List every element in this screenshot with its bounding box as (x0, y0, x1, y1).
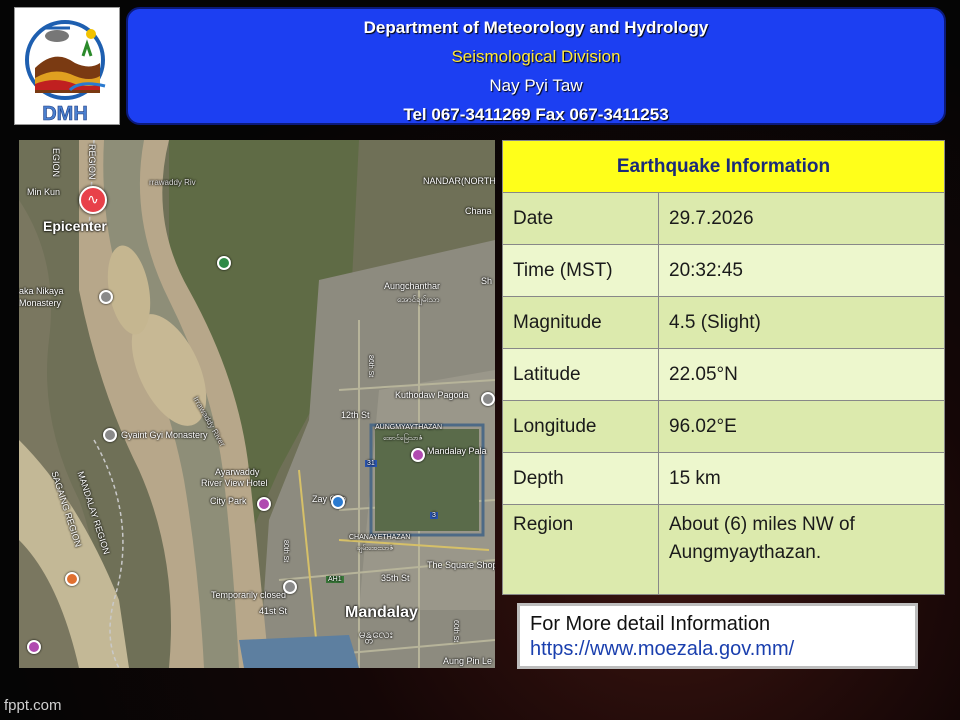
row-label: Time (MST) (502, 244, 659, 297)
park-pin-icon[interactable] (217, 256, 231, 270)
row-value: 29.7.2026 (658, 192, 945, 245)
map-label-nandar: NANDAR(NORTH (423, 176, 495, 186)
map-label-irrawaddy-top: rrawaddy Riv (149, 178, 196, 187)
row-value: 96.02°E (658, 400, 945, 453)
zay-cho-pin-icon[interactable] (331, 495, 345, 509)
map-label-mandalay-palace: Mandalay Pala (427, 446, 487, 456)
map-label-80th: 80th St (282, 540, 289, 563)
division-name: Seismological Division (451, 47, 621, 66)
logo-text: DMH (42, 103, 88, 125)
bottom-left-pin-icon[interactable] (27, 640, 41, 654)
map-label-aungmyaythazan: AUNGMYAYTHAZAN (375, 424, 443, 431)
map-label-kaka-nikaya: aka Nikaya (19, 286, 64, 296)
map-label-gyaint-gyi: Gyaint Gyi Monastery (121, 430, 208, 440)
row-value: About (6) miles NW of Aungmyaythazan. (658, 504, 945, 595)
dmh-logo-icon: DMH (25, 20, 106, 125)
road-badge-31: 31 (365, 460, 377, 467)
table-row: Magnitude 4.5 (Slight) (502, 296, 945, 349)
map-label-monastery: Monastery (19, 298, 62, 308)
map-label-aungchanthar-mm: အောင်ချမ်းသာ (397, 295, 440, 304)
earthquake-info-table: Earthquake Information Date 29.7.2026 Ti… (502, 140, 945, 595)
map-label-35th: 35th St (381, 573, 410, 583)
table-row: Latitude 22.05°N (502, 348, 945, 401)
city-park-pin-icon[interactable] (257, 497, 271, 511)
table-row: Time (MST) 20:32:45 (502, 244, 945, 297)
row-value: 15 km (658, 452, 945, 505)
map-label-41st: 41st St (259, 606, 288, 616)
contact-info: Tel 067-3411269 Fax 067-3411253 (403, 105, 669, 124)
map-label-min-kun: Min Kun (27, 187, 61, 197)
map-label-river-view: River View Hotel (201, 478, 268, 488)
row-label: Magnitude (502, 296, 659, 349)
map-label-temp-closed: Temporarily closed (211, 590, 287, 600)
map-label-60th: 60th St (452, 620, 459, 643)
map-label-chanayethazan-mm: ချမ်းအေးသာဇံ (357, 545, 394, 552)
map-label-aung-pin: Aung Pin Le (443, 656, 493, 666)
city-name: Nay Pyi Taw (489, 76, 583, 95)
map-label-ayarwaddy: Ayarwaddy (215, 467, 260, 477)
dmh-logo: DMH (14, 7, 120, 125)
map-label-egion: EGION (51, 148, 61, 178)
map-label-86th: 86th St (367, 355, 374, 378)
row-label: Depth (502, 452, 659, 505)
row-label: Region (502, 504, 659, 595)
department-name: Department of Meteorology and Hydrology (363, 18, 709, 37)
map-label-region: REGION (87, 144, 97, 180)
more-info-box: For More detail Information https://www.… (517, 603, 918, 669)
map-label-city-park: City Park (210, 496, 247, 506)
monastery-pin-icon[interactable] (99, 290, 113, 304)
map-label-square: The Square Shoppi (427, 560, 495, 570)
table-row: Date 29.7.2026 (502, 192, 945, 245)
place-pin-icon[interactable] (65, 572, 79, 586)
row-label: Longitude (502, 400, 659, 453)
epicenter-map: ∿ Epicenter Min Kun EGION REGION rrawadd… (19, 140, 495, 668)
info-title: Earthquake Information (502, 140, 945, 193)
watermark: fppt.com (4, 697, 62, 714)
road-badge-3: 3 (430, 512, 438, 519)
row-label: Date (502, 192, 659, 245)
palace-pin-icon[interactable] (411, 448, 425, 462)
epicenter-pin-icon[interactable]: ∿ (79, 186, 107, 214)
row-label: Latitude (502, 348, 659, 401)
more-info-link[interactable]: https://www.moezala.gov.mm/ (530, 637, 905, 662)
map-label-sh: Sh (481, 276, 493, 286)
epicenter-label: Epicenter (43, 218, 107, 234)
map-label-chanayethazan: CHANAYETHAZAN (349, 534, 411, 541)
map-label-mandalay: Mandalay (345, 604, 418, 621)
table-row: Depth 15 km (502, 452, 945, 505)
temp-closed-pin-icon[interactable] (283, 580, 297, 594)
map-label-aungmyaythazan-mm: အောင်မြေသာဇံ (383, 435, 423, 442)
gyaint-gyi-pin-icon[interactable] (103, 428, 117, 442)
region-line-2: Aungmyaythazan. (669, 542, 822, 563)
table-row: Region About (6) miles NW of Aungmyaytha… (502, 504, 945, 595)
region-line-1: About (6) miles NW of (669, 514, 855, 535)
map-label-chana: Chana (465, 206, 492, 216)
row-value: 20:32:45 (658, 244, 945, 297)
map-label-kuthodaw: Kuthodaw Pagoda (395, 390, 469, 400)
more-info-text: For More detail Information (530, 613, 771, 635)
map-label-12th-st: 12th St (341, 410, 370, 420)
kuthodaw-pin-icon[interactable] (481, 392, 495, 406)
header-banner: Department of Meteorology and Hydrology … (126, 7, 946, 125)
table-row: Longitude 96.02°E (502, 400, 945, 453)
row-value: 4.5 (Slight) (658, 296, 945, 349)
map-label-mandalay-mm: မန္တလေး (359, 627, 393, 641)
row-value: 22.05°N (658, 348, 945, 401)
map-label-aungchanthar: Aungchanthar (384, 281, 441, 291)
road-badge-ah1: AH1 (326, 576, 344, 583)
